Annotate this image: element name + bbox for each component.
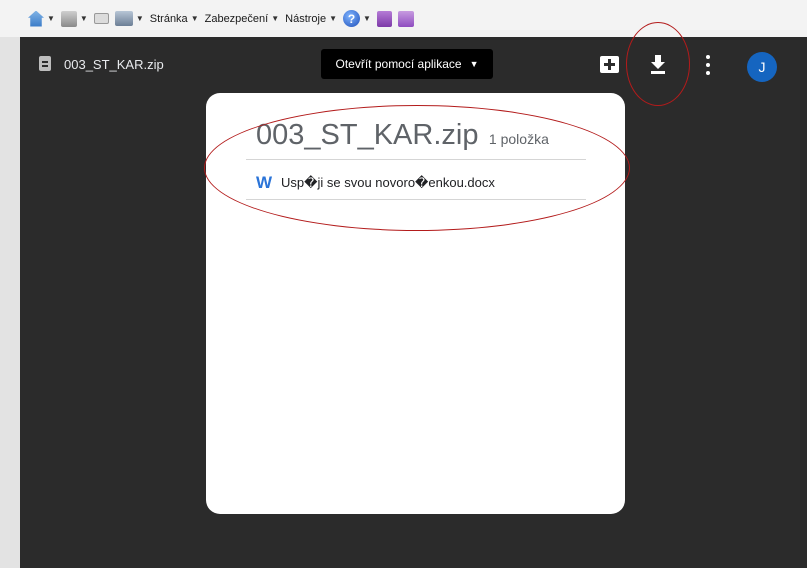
home-button[interactable]: ▼ — [28, 10, 55, 27]
download-icon[interactable] — [650, 55, 666, 75]
entry-file-name: Usp�ji se svou novoro�enkou.docx — [281, 175, 495, 190]
more-options-icon[interactable] — [706, 55, 710, 75]
menu-security[interactable]: Zabezpečení ▼ — [205, 13, 280, 25]
onenote-button[interactable] — [376, 10, 392, 27]
viewer-file-name: 003_ST_KAR.zip — [64, 57, 164, 72]
avatar[interactable]: J — [747, 52, 777, 82]
viewer-top-bar: 003_ST_KAR.zip Otevřít pomocí aplikace ▼… — [20, 37, 807, 99]
print-icon — [114, 11, 133, 26]
mail-button[interactable] — [93, 13, 109, 24]
document-icon — [39, 56, 51, 71]
list-item[interactable]: W Usp�ji se svou novoro�enkou.docx — [256, 173, 495, 193]
chevron-down-icon[interactable]: ▼ — [80, 14, 88, 23]
chevron-down-icon: ▼ — [190, 14, 199, 23]
rss-button[interactable]: ▼ — [60, 10, 88, 27]
zip-title: 003_ST_KAR.zip — [256, 119, 479, 151]
print-button[interactable]: ▼ — [114, 11, 144, 26]
left-gutter — [0, 37, 20, 568]
menu-tools[interactable]: Nástroje ▼ — [285, 13, 337, 25]
onenote-send-icon — [397, 10, 414, 27]
help-icon: ? — [343, 10, 361, 27]
rss-icon — [60, 10, 77, 27]
zip-contents-card: 003_ST_KAR.zip 1 položka W Usp�ji se svo… — [206, 93, 625, 514]
onenote-send-button[interactable] — [397, 10, 414, 27]
menu-page[interactable]: Stránka ▼ — [150, 13, 199, 25]
menu-page-label: Stránka — [149, 12, 188, 25]
menu-security-label: Zabezpečení — [204, 12, 269, 25]
chevron-down-icon[interactable]: ▼ — [136, 14, 144, 23]
divider — [246, 199, 586, 200]
help-button[interactable]: ? ▼ — [343, 10, 371, 27]
chevron-down-icon: ▼ — [329, 14, 338, 23]
open-with-label: Otevřít pomocí aplikace — [335, 57, 462, 71]
zip-item-count: 1 položka — [488, 131, 549, 147]
menu-tools-label: Nástroje — [285, 12, 327, 25]
open-with-button[interactable]: Otevřít pomocí aplikace ▼ — [321, 49, 493, 79]
divider — [246, 159, 586, 160]
mail-icon — [93, 13, 109, 24]
ie-command-bar: ▼ ▼ ▼ Stránka ▼ Zabezpečení ▼ Nástroje ▼… — [0, 0, 807, 37]
onenote-icon — [376, 10, 392, 27]
caret-down-icon: ▼ — [469, 59, 479, 69]
home-icon — [28, 10, 44, 27]
file-viewer: 003_ST_KAR.zip Otevřít pomocí aplikace ▼… — [20, 37, 807, 568]
word-document-icon: W — [256, 173, 273, 192]
add-to-drive-icon[interactable] — [600, 56, 619, 73]
chevron-down-icon[interactable]: ▼ — [363, 14, 371, 23]
zip-header: 003_ST_KAR.zip 1 položka — [256, 119, 549, 152]
chevron-down-icon[interactable]: ▼ — [47, 14, 55, 23]
chevron-down-icon: ▼ — [271, 14, 280, 23]
